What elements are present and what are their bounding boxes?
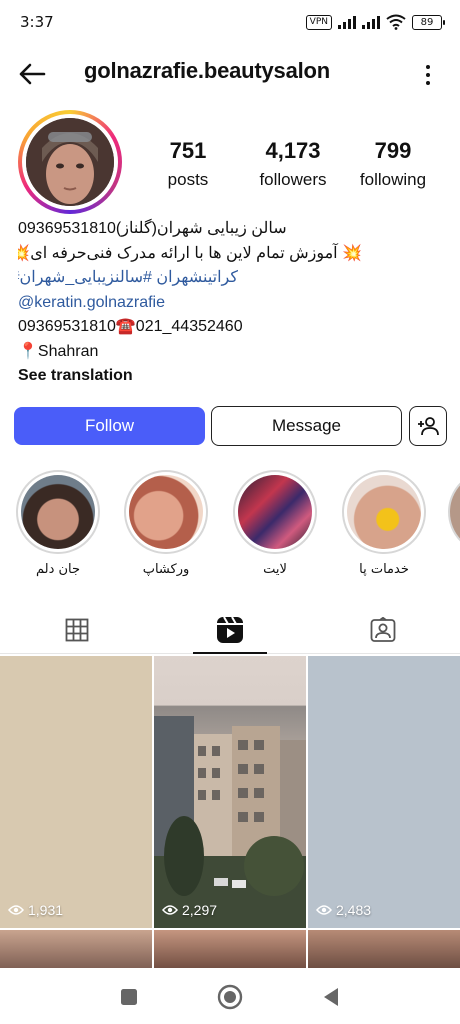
avatar-story-ring[interactable] [18,110,122,214]
bio-hashtags[interactable]: کراتینشهران #سالنزیبایی_شهران# [18,266,238,291]
followers-count: 4,173 [265,138,321,163]
reel-tile[interactable]: 2,297 [154,656,306,928]
profile-header: golnazrafie.beautysalon [0,50,460,98]
system-back-button[interactable] [318,984,344,1010]
reel-views: 2,483 [316,902,371,918]
posts-count: 751 [169,138,207,163]
signal-icon-2 [362,15,380,29]
reel-tile[interactable]: 1,931 [0,656,152,928]
highlight-item[interactable]: خدمات پا [338,470,430,577]
vpn-badge: VPN [305,14,332,30]
triangle-back-icon [324,988,338,1006]
eye-icon [162,905,178,915]
reel-view-count: 1,931 [28,902,64,918]
building-photo [154,716,306,928]
highlight-item[interactable]: جان دلم [12,470,104,577]
home-circle-icon [217,984,243,1010]
message-button[interactable]: Message [211,406,402,446]
highlight-cover [129,475,203,549]
followers-stat[interactable]: 4,173 followers [248,138,338,190]
eye-icon [316,905,332,915]
reel-view-count: 2,483 [336,902,372,918]
bio-line-training: 💥 آموزش تمام لاین ها با ارائه مدرک فنی‌ح… [18,244,362,262]
highlight-item[interactable]: ورکشاپ [120,470,212,577]
avatar [26,118,114,206]
system-nav-bar [0,968,460,1024]
highlight-cover [347,475,421,549]
follow-button[interactable]: Follow [14,407,205,445]
profile-tabs [0,606,460,654]
status-time: 3:37 [20,13,54,31]
tagged-icon [370,617,395,642]
profile-bio: سالن زیبایی شهران(گلناز)09369531810 💥 آم… [18,217,448,389]
recents-button[interactable] [116,984,142,1010]
battery-icon: 89 [412,14,445,30]
reel-tile[interactable]: 2,483 [308,656,460,928]
posts-label: posts [167,170,209,189]
bio-location: 📍Shahran [18,342,99,360]
reel-tile[interactable] [0,930,152,970]
highlight-cover [21,475,95,549]
avatar-face [26,118,114,206]
suggested-users-button[interactable] [409,406,447,446]
signal-icon [338,15,356,29]
tab-posts-grid[interactable] [0,606,153,654]
followers-label: followers [259,170,327,189]
highlight-item[interactable]: لایت [229,470,321,577]
tab-tagged[interactable] [306,606,459,654]
more-options-button[interactable] [420,62,436,88]
following-label: following [359,170,427,189]
reel-view-count: 2,297 [182,902,218,918]
eye-icon [8,905,24,915]
more-vertical-icon [426,65,430,69]
status-icons: VPN 89 [305,14,445,30]
back-button[interactable] [16,60,48,88]
reels-icon [216,616,243,643]
highlight-label: جان دلم [35,562,81,577]
active-tab-indicator [193,652,267,654]
bio-line-salon-name: سالن زیبایی شهران(گلناز)09369531810 [18,220,287,237]
grid-icon [65,618,88,642]
reel-tile[interactable] [154,930,306,970]
posts-stat[interactable]: 751 posts [148,138,228,190]
highlight-item-partial[interactable] [448,470,460,554]
tab-reels[interactable] [153,606,306,654]
reel-views: 2,297 [162,902,217,918]
see-translation-link[interactable]: See translation [18,364,448,389]
profile-username: golnazrafie.beautysalon [84,58,331,83]
highlight-cover [238,475,312,549]
reels-grid: 1,931 2,297 2,483 [0,656,460,970]
square-icon [121,989,137,1005]
following-count: 799 [374,138,412,163]
bio-phone: 09369531810☎️021_44352460 [18,318,243,335]
following-stat[interactable]: 799 following [350,138,436,190]
bio-mention-link[interactable]: @keratin.golnazrafie [18,291,448,316]
arrow-left-icon [19,63,46,85]
reel-tile[interactable] [308,930,460,970]
wifi-icon [386,14,406,30]
reel-views: 1,931 [8,902,63,918]
highlight-label: ورکشاپ [142,562,190,577]
highlight-label: لایت [263,562,287,577]
home-button[interactable] [217,984,243,1010]
status-bar: 3:37 VPN 89 [0,0,460,44]
add-user-icon [418,417,439,436]
highlight-label: خدمات پا [359,562,409,577]
